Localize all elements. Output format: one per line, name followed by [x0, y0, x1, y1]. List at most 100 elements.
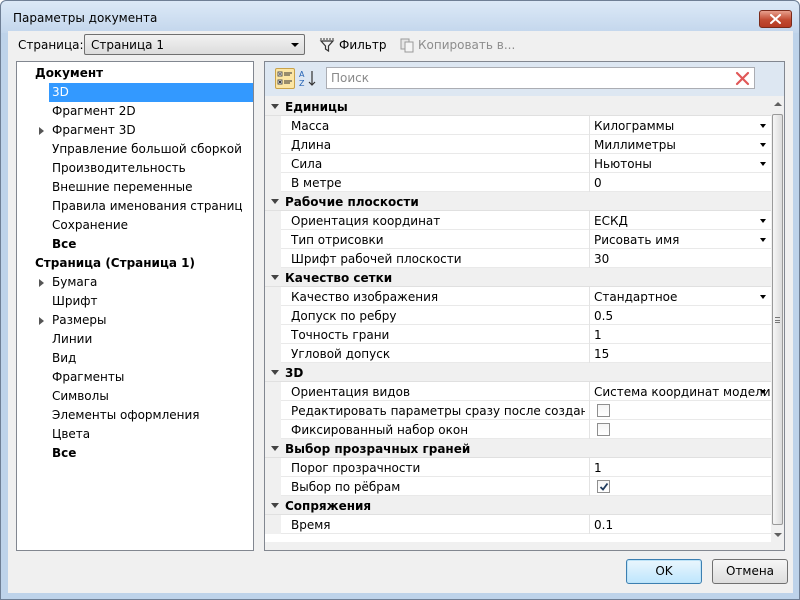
tree-item[interactable]: Цвета [17, 425, 253, 444]
tree-item[interactable]: Бумага [17, 273, 253, 292]
settings-tree[interactable]: Документ 3D Фрагмент 2D Фрагмент 3D Управлен… [16, 61, 254, 551]
expand-arrow-icon[interactable] [39, 89, 44, 97]
search-input[interactable] [331, 70, 721, 86]
categorized-view-button[interactable] [275, 68, 295, 89]
tree-item[interactable]: Все [17, 444, 253, 463]
property-value[interactable]: 0.5 [594, 309, 613, 323]
property-category[interactable]: Качество сетки [265, 268, 771, 287]
property-dropdown-value[interactable]: Система координат модели [594, 385, 771, 399]
tree-item[interactable]: Символы [17, 387, 253, 406]
expand-arrow-icon[interactable] [39, 127, 44, 135]
collapse-arrow-icon[interactable] [271, 370, 279, 375]
tree-item[interactable]: Шрифт [17, 292, 253, 311]
property-row[interactable]: Редактировать параметры сразу после созд… [265, 401, 771, 420]
property-category[interactable]: Единицы [265, 97, 771, 116]
tree-item[interactable]: 3D [17, 83, 253, 102]
property-row[interactable]: Масса Килограммы [265, 116, 771, 135]
property-value[interactable]: 1 [594, 461, 602, 475]
property-dropdown-value[interactable]: Килограммы [594, 119, 674, 133]
property-row[interactable]: Фиксированный набор окон [265, 420, 771, 439]
property-row[interactable]: Ориентация видов Система координат модели [265, 382, 771, 401]
tree-item[interactable]: Вид [17, 349, 253, 368]
property-category[interactable]: 3D [265, 363, 771, 382]
tree-item[interactable]: Внешние переменные [17, 178, 253, 197]
tree-item[interactable]: Документ [17, 64, 253, 83]
expand-arrow-icon[interactable] [39, 317, 44, 325]
property-name: Выбор по рёбрам [291, 480, 401, 494]
property-value[interactable]: 30 [594, 252, 609, 266]
property-dropdown-value[interactable]: Стандартное [594, 290, 677, 304]
tree-item[interactable]: Фрагмент 2D [17, 102, 253, 121]
property-row[interactable]: Точность грани 1 [265, 325, 771, 344]
tree-item[interactable]: Фрагмент 3D [17, 121, 253, 140]
dropdown-arrow-icon[interactable] [760, 295, 766, 299]
property-row[interactable]: Время 0.1 [265, 515, 771, 534]
property-category[interactable]: Выбор прозрачных граней [265, 439, 771, 458]
categorized-icon [277, 71, 292, 85]
property-dropdown-value[interactable]: Рисовать имя [594, 233, 679, 247]
dropdown-arrow-icon[interactable] [760, 390, 766, 394]
property-dropdown-value[interactable]: Миллиметры [594, 138, 676, 152]
tree-item[interactable]: Страница (Страница 1) [17, 254, 253, 273]
tree-item-label: Элементы оформления [52, 408, 200, 422]
tree-item-label: Размеры [52, 313, 107, 327]
property-grid-scrollbar[interactable] [771, 97, 784, 542]
property-row[interactable]: Сила Ньютоны [265, 154, 771, 173]
property-row[interactable]: Шрифт рабочей плоскости 30 [265, 249, 771, 268]
scroll-down-icon[interactable] [774, 533, 782, 537]
page-select[interactable]: Страница 1 [84, 34, 305, 55]
property-row[interactable]: Длина Миллиметры [265, 135, 771, 154]
property-row[interactable]: Выбор по рёбрам [265, 477, 771, 496]
property-dropdown-value[interactable]: Ньютоны [594, 157, 652, 171]
property-category[interactable]: Сопряжения [265, 496, 771, 515]
tree-item[interactable]: Все [17, 235, 253, 254]
property-value[interactable]: 15 [594, 347, 609, 361]
property-value[interactable]: 0.1 [594, 518, 613, 532]
expand-arrow-icon[interactable] [39, 279, 44, 287]
property-row[interactable]: Тип отрисовки Рисовать имя [265, 230, 771, 249]
collapse-arrow-icon[interactable] [271, 199, 279, 204]
tree-item[interactable]: Элементы оформления [17, 406, 253, 425]
sort-alphabetical-button[interactable]: A Z [298, 68, 318, 89]
scroll-thumb[interactable] [772, 114, 783, 525]
search-field[interactable] [326, 67, 755, 89]
property-dropdown-value[interactable]: ЕСКД [594, 214, 628, 228]
property-value[interactable]: 0 [594, 176, 602, 190]
copy-to-button[interactable]: Копировать в... [400, 36, 515, 54]
property-row[interactable]: Угловой допуск 15 [265, 344, 771, 363]
property-row[interactable]: Качество изображения Стандартное [265, 287, 771, 306]
property-row[interactable]: Порог прозрачности 1 [265, 458, 771, 477]
property-row[interactable]: В метре 0 [265, 173, 771, 192]
property-checkbox[interactable] [597, 423, 610, 436]
tree-item[interactable]: Размеры [17, 311, 253, 330]
scroll-up-icon[interactable] [774, 102, 782, 106]
collapse-arrow-icon[interactable] [271, 503, 279, 508]
property-checkbox[interactable] [597, 480, 610, 493]
filter-button[interactable]: Фильтр [319, 36, 386, 54]
tree-item[interactable]: Фрагменты [17, 368, 253, 387]
cancel-button[interactable]: Отмена [712, 559, 788, 584]
dropdown-arrow-icon[interactable] [760, 162, 766, 166]
dropdown-arrow-icon[interactable] [760, 219, 766, 223]
collapse-arrow-icon[interactable] [271, 446, 279, 451]
tree-item[interactable]: Производительность [17, 159, 253, 178]
collapse-arrow-icon[interactable] [271, 275, 279, 280]
tree-item[interactable]: Сохранение [17, 216, 253, 235]
tree-item[interactable]: Правила именования страниц [17, 197, 253, 216]
collapse-arrow-icon[interactable] [271, 104, 279, 109]
property-value[interactable]: 1 [594, 328, 602, 342]
property-row[interactable]: Допуск по ребру 0.5 [265, 306, 771, 325]
property-category[interactable]: Рабочие плоскости [265, 192, 771, 211]
tree-item[interactable]: Управление большой сборкой [17, 140, 253, 159]
clear-search-icon[interactable] [735, 71, 750, 86]
ok-button[interactable]: OK [626, 559, 702, 584]
dropdown-arrow-icon[interactable] [760, 143, 766, 147]
property-checkbox[interactable] [597, 404, 610, 417]
close-button[interactable] [759, 10, 792, 28]
page-label: Страница: [18, 38, 84, 52]
property-row[interactable]: Ориентация координат ЕСКД [265, 211, 771, 230]
dropdown-arrow-icon[interactable] [760, 238, 766, 242]
tree-item[interactable]: Линии [17, 330, 253, 349]
title-bar[interactable]: Параметры документа [1, 1, 799, 33]
dropdown-arrow-icon[interactable] [760, 124, 766, 128]
